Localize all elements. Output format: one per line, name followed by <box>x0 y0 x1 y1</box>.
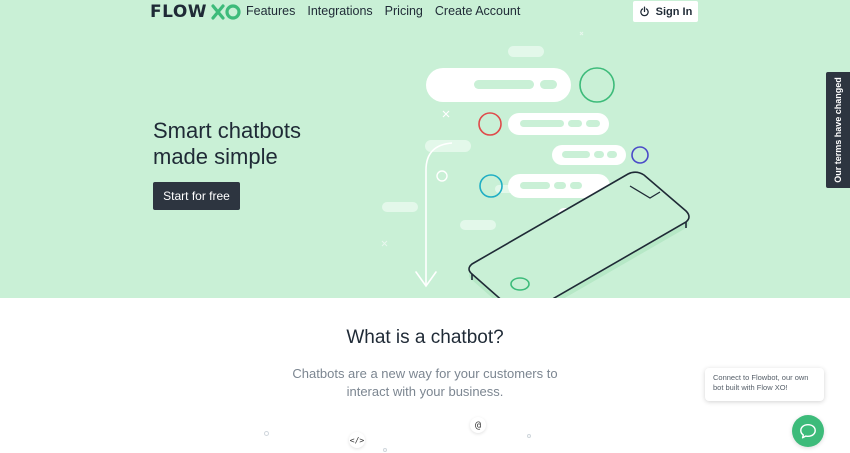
chat-prompt-bubble[interactable]: Connect to Flowbot, our own bot built wi… <box>705 368 824 401</box>
hero-section: FLOW Features Integrations Pricing Creat… <box>0 0 850 298</box>
top-nav: FLOW Features Integrations Pricing Creat… <box>0 0 850 26</box>
chat-bubble-icon <box>800 423 816 439</box>
terms-changed-label: Our terms have changed <box>833 77 843 183</box>
nav-links: Features Integrations Pricing Create Acc… <box>246 4 520 18</box>
decorative-dot <box>527 434 531 438</box>
decorative-dot <box>383 448 387 452</box>
code-icon: </> <box>349 432 365 448</box>
section-description: Chatbots are a new way for your customer… <box>292 366 558 399</box>
start-for-free-button[interactable]: Start for free <box>153 182 240 210</box>
logo-xo-icon <box>211 3 241 21</box>
logo[interactable]: FLOW <box>150 1 241 23</box>
chat-launcher-button[interactable] <box>792 415 824 447</box>
sign-in-label: Sign In <box>655 5 693 18</box>
nav-link-pricing[interactable]: Pricing <box>385 4 423 18</box>
chatbot-illustration <box>381 31 690 298</box>
nav-link-integrations[interactable]: Integrations <box>307 4 372 18</box>
decorative-dot <box>264 431 269 436</box>
terms-changed-tab[interactable]: Our terms have changed <box>826 72 850 188</box>
logo-text: FLOW <box>150 2 208 22</box>
at-icon: @ <box>470 417 486 433</box>
headline-line-1: Smart chatbots <box>153 118 301 143</box>
headline-line-2: made simple <box>153 144 278 169</box>
section-title: What is a chatbot? <box>346 327 504 348</box>
hero-headline: Smart chatbots made simple <box>153 118 301 170</box>
nav-link-features[interactable]: Features <box>246 4 295 18</box>
nav-link-create-account[interactable]: Create Account <box>435 4 520 18</box>
power-icon <box>639 6 649 17</box>
sign-in-button[interactable]: Sign In <box>633 1 698 22</box>
